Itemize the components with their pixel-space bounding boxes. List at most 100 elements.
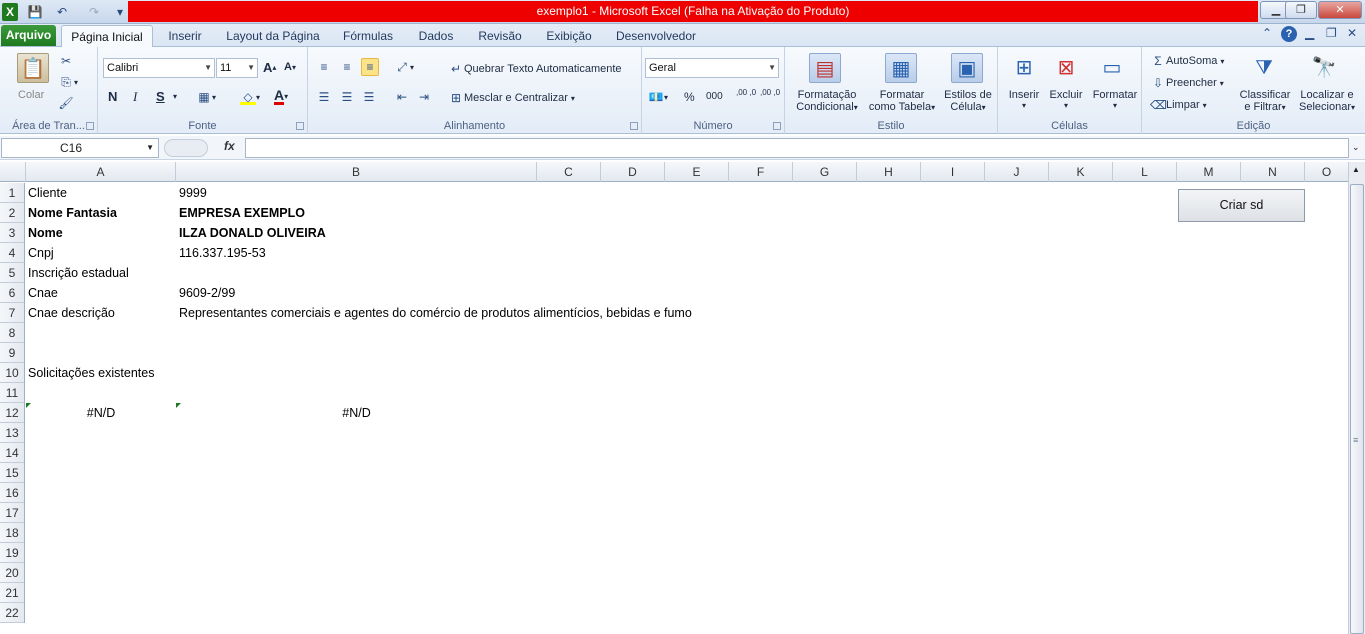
worksheet-grid[interactable]: Cliente 9999 Nome Fantasia EMPRESA EXEMP… — [26, 183, 1348, 634]
row-header-22[interactable]: 22 — [0, 603, 24, 623]
scrollbar-thumb[interactable]: ≡ — [1350, 184, 1364, 634]
row-header-3[interactable]: 3 — [0, 223, 24, 243]
undo-icon[interactable]: ↶ — [50, 3, 74, 21]
conditional-format-icon[interactable]: ▤ — [809, 53, 841, 83]
align-bottom-icon[interactable]: ≡ — [361, 58, 379, 76]
underline-button[interactable]: S — [156, 89, 165, 104]
cell-a5[interactable]: Inscrição estadual — [28, 263, 129, 283]
column-header-j[interactable]: J — [985, 162, 1049, 182]
row-header-21[interactable]: 21 — [0, 583, 24, 603]
paste-button[interactable]: Colar — [18, 89, 44, 101]
row-header-11[interactable]: 11 — [0, 383, 24, 403]
expand-formula-bar-icon[interactable]: ⌄ — [1352, 142, 1360, 153]
fill-color-icon[interactable]: ◇ ▾ — [240, 89, 260, 105]
borders-icon[interactable]: ▦ ▾ — [196, 89, 216, 105]
format-painter-icon[interactable]: 🖌 — [58, 95, 74, 111]
cell-b6[interactable]: 9609-2/99 — [179, 283, 235, 303]
column-header-b[interactable]: B — [176, 162, 537, 182]
column-header-d[interactable]: D — [601, 162, 665, 182]
criar-sd-button[interactable]: Criar sd — [1178, 189, 1305, 222]
tab-exibicao[interactable]: Exibição — [538, 25, 600, 47]
cell-b7[interactable]: Representantes comerciais e agentes do c… — [179, 303, 692, 323]
column-header-m[interactable]: M — [1177, 162, 1241, 182]
percent-button[interactable]: % — [684, 90, 695, 104]
row-header-5[interactable]: 5 — [0, 263, 24, 283]
format-table-icon[interactable]: ▦ — [885, 53, 917, 83]
align-right-icon[interactable]: ☰ — [361, 89, 377, 105]
sort-filter-icon[interactable]: ⧩ — [1248, 53, 1280, 83]
autosum-button[interactable]: Σ AutoSoma ▾ — [1150, 53, 1224, 69]
row-header-16[interactable]: 16 — [0, 483, 24, 503]
name-box[interactable]: C16 ▼ — [1, 138, 159, 158]
row-header-12[interactable]: 12 — [0, 403, 24, 423]
column-header-l[interactable]: L — [1113, 162, 1177, 182]
font-color-icon[interactable]: A ▾ — [274, 88, 288, 105]
row-header-17[interactable]: 17 — [0, 503, 24, 523]
alignment-launcher-icon[interactable] — [630, 122, 638, 130]
column-header-o[interactable]: O — [1305, 162, 1348, 182]
grow-font-icon[interactable]: A ▴ — [263, 60, 276, 75]
format-cells-icon[interactable]: ▭ — [1096, 53, 1128, 83]
insert-function-icon[interactable]: fx — [224, 139, 235, 153]
tab-pagina-inicial[interactable]: Página Inicial — [61, 25, 153, 47]
find-select-icon[interactable]: 🔭 — [1308, 53, 1340, 83]
clipboard-launcher-icon[interactable] — [86, 122, 94, 130]
font-family-select[interactable]: Calibri ▼ — [103, 58, 215, 78]
currency-icon[interactable]: 💶 ▾ — [648, 89, 669, 105]
column-header-n[interactable]: N — [1241, 162, 1305, 182]
row-header-2[interactable]: 2 — [0, 203, 24, 223]
cell-b3[interactable]: ILZA DONALD OLIVEIRA — [179, 223, 326, 243]
cell-b12[interactable]: #N/D — [176, 403, 537, 423]
align-top-icon[interactable]: ≡ — [316, 59, 332, 75]
column-header-f[interactable]: F — [729, 162, 793, 182]
align-middle-icon[interactable]: ≡ — [339, 59, 355, 75]
cell-a7[interactable]: Cnae descrição — [28, 303, 115, 323]
delete-cells-icon[interactable]: ⊠ — [1050, 53, 1082, 83]
tab-revisao[interactable]: Revisão — [472, 25, 528, 47]
cell-b2[interactable]: EMPRESA EXEMPLO — [179, 203, 305, 223]
column-header-h[interactable]: H — [857, 162, 921, 182]
close-button[interactable]: ✕ — [1318, 1, 1362, 19]
cell-b4[interactable]: 116.337.195-53 — [179, 243, 266, 263]
format-table-button[interactable]: Formatar como Tabela▾ — [865, 89, 939, 113]
shrink-font-icon[interactable]: A ▾ — [284, 61, 296, 73]
align-left-icon[interactable]: ☰ — [316, 89, 332, 105]
format-cells-button[interactable]: Formatar ▾ — [1090, 89, 1140, 110]
column-header-a[interactable]: A — [26, 162, 176, 182]
column-header-k[interactable]: K — [1049, 162, 1113, 182]
number-format-select[interactable]: Geral ▼ — [645, 58, 779, 78]
font-launcher-icon[interactable] — [296, 122, 304, 130]
formula-input[interactable] — [245, 138, 1349, 158]
conditional-format-button[interactable]: Formatação Condicional▾ — [788, 89, 866, 113]
cell-a10[interactable]: Solicitações existentes — [28, 363, 154, 383]
increase-decimal-button[interactable]: ,00 ,0 — [736, 89, 756, 97]
clear-button[interactable]: ⌫ Limpar ▾ — [1150, 97, 1207, 113]
customize-qat-icon[interactable]: ▾ — [114, 3, 126, 21]
align-center-icon[interactable]: ☰ — [339, 89, 355, 105]
cell-b1[interactable]: 9999 — [179, 183, 207, 203]
cell-a4[interactable]: Cnpj — [28, 243, 54, 263]
row-header-6[interactable]: 6 — [0, 283, 24, 303]
insert-cells-icon[interactable]: ⊞ — [1008, 53, 1040, 83]
cell-a6[interactable]: Cnae — [28, 283, 58, 303]
tab-arquivo[interactable]: Arquivo — [1, 25, 56, 46]
minimize-ribbon-icon[interactable]: ⌃ — [1262, 26, 1272, 40]
cell-a3[interactable]: Nome — [28, 223, 63, 243]
column-header-c[interactable]: C — [537, 162, 601, 182]
row-header-4[interactable]: 4 — [0, 243, 24, 263]
redo-icon[interactable]: ↷ — [82, 3, 106, 21]
number-launcher-icon[interactable] — [773, 122, 781, 130]
sort-filter-button[interactable]: Classificar e Filtrar▾ — [1236, 89, 1294, 113]
decrease-indent-icon[interactable]: ⇤ — [394, 89, 410, 105]
excel-app-icon[interactable]: X — [2, 3, 18, 21]
row-header-9[interactable]: 9 — [0, 343, 24, 363]
workbook-restore-icon[interactable]: ❐ — [1326, 26, 1337, 40]
row-header-14[interactable]: 14 — [0, 443, 24, 463]
wrap-text-button[interactable]: ↵ Quebrar Texto Automaticamente — [448, 61, 622, 77]
tab-desenvolvedor[interactable]: Desenvolvedor — [608, 25, 704, 47]
workbook-close-icon[interactable]: ✕ — [1347, 26, 1357, 40]
tab-formulas[interactable]: Fórmulas — [336, 25, 400, 47]
row-header-8[interactable]: 8 — [0, 323, 24, 343]
merge-center-button[interactable]: ⊞ Mesclar e Centralizar ▾ — [448, 90, 575, 106]
select-all-corner[interactable] — [0, 162, 26, 182]
